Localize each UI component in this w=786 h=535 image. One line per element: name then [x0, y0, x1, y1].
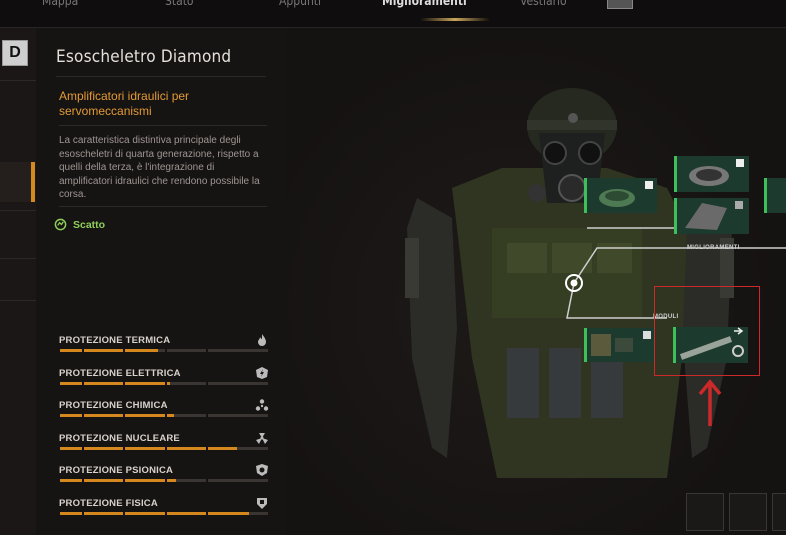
shield-icon [257, 498, 267, 509]
upgrade-module-2[interactable] [674, 156, 749, 192]
hydraulic-piston-icon [679, 327, 744, 360]
protection-bar-divider [206, 479, 208, 482]
active-tab-indicator [420, 18, 490, 21]
protection-bar-divider [165, 414, 167, 417]
protection-nuclear: PROTEZIONE NUCLEARE [59, 433, 271, 463]
protection-bar-divider [206, 349, 208, 352]
protection-bar-divider [165, 512, 167, 515]
protection-bar [60, 414, 268, 417]
item-title: Esoscheletro Diamond [56, 47, 232, 67]
tab-map[interactable]: Mappa [42, 0, 78, 8]
protection-bar-divider [123, 512, 125, 515]
tab-outfit[interactable]: Vestiario [520, 0, 567, 8]
protection-bar-divider [123, 382, 125, 385]
protection-physical: PROTEZIONE FISICA [59, 498, 271, 528]
upgrade-module-4[interactable] [764, 178, 786, 213]
protection-bar [60, 479, 268, 482]
protection-label: PROTEZIONE CHIMICA [59, 400, 168, 411]
protection-bar-divider [206, 382, 208, 385]
radiation-icon [256, 433, 268, 444]
protection-thermal: PROTEZIONE TERMICA [59, 334, 271, 365]
protection-bar-divider [82, 479, 84, 482]
protection-bar-divider [123, 447, 125, 450]
title-divider [56, 76, 266, 77]
upgrade-description: La caratteristica distintiva principale … [59, 135, 260, 200]
quick-slot[interactable] [729, 493, 767, 531]
protection-fill [60, 414, 174, 417]
protection-bar-divider [82, 414, 84, 417]
sprint-icon [54, 218, 67, 231]
upgrade-module-3[interactable] [674, 198, 749, 234]
protection-label: PROTEZIONE FISICA [59, 498, 158, 509]
protection-fill [60, 512, 249, 515]
sidebar-divider [0, 258, 36, 259]
arrow-up-icon [698, 379, 722, 426]
protection-bar-divider [82, 447, 84, 450]
protection-label: PROTEZIONE NUCLEARE [59, 433, 180, 444]
ring-part-icon [689, 159, 744, 186]
protection-label: PROTEZIONE PSIONICA [59, 465, 174, 476]
protection-bar-divider [82, 512, 84, 515]
armor-plate-icon [591, 331, 651, 356]
lightning-icon [256, 367, 268, 379]
sidebar-item-selected[interactable] [0, 162, 35, 202]
protection-bar-divider [123, 349, 125, 352]
quick-slot[interactable] [772, 493, 786, 531]
skill-entry: Scatto [54, 218, 105, 231]
flame-icon [258, 334, 266, 346]
protection-bar-divider [206, 447, 208, 450]
protection-electric: PROTEZIONE ELETTRICA [59, 367, 271, 398]
chemical-icon [255, 399, 269, 411]
tab-upgrades[interactable]: Miglioramenti [382, 0, 467, 8]
protection-bar-divider [165, 349, 167, 352]
module-slot-1[interactable] [584, 328, 655, 362]
plate-part-icon [685, 201, 743, 230]
protection-bar [60, 447, 268, 450]
sidebar-divider [0, 210, 36, 211]
sidebar-divider [0, 80, 36, 81]
protection-bar [60, 512, 268, 515]
category-sidebar [0, 28, 37, 535]
gear-part-icon [599, 181, 653, 207]
protection-psionic: PROTEZIONE PSIONICA [59, 464, 271, 495]
upgrade-title: Amplificatori idraulici per servomeccani… [59, 89, 190, 118]
protection-bar-divider [165, 479, 167, 482]
sidebar-divider [0, 300, 36, 301]
protection-bar-divider [123, 414, 125, 417]
upgrade-module-1[interactable] [584, 178, 657, 213]
protection-bar [60, 349, 268, 352]
protection-fill [60, 382, 170, 385]
menu-button[interactable] [607, 0, 633, 9]
grade-badge: D [2, 40, 28, 66]
psi-icon [256, 464, 268, 476]
tab-notes[interactable]: Appunti [279, 0, 321, 8]
module-slot-2[interactable] [673, 327, 748, 363]
exoskeleton-model [405, 88, 786, 478]
protection-fill [60, 447, 237, 450]
subtitle-divider [59, 125, 267, 126]
top-nav-bar: Mappa Stato Appunti Miglioramenti Vestia… [0, 0, 786, 28]
protection-chemical: PROTEZIONE CHIMICA [59, 399, 271, 430]
protection-fill [60, 479, 176, 482]
protection-label: PROTEZIONE TERMICA [59, 335, 171, 346]
protection-bar-divider [165, 382, 167, 385]
description-divider [59, 206, 267, 207]
protection-bar-divider [206, 414, 208, 417]
protection-bar-divider [123, 479, 125, 482]
tab-status[interactable]: Stato [165, 0, 194, 8]
quick-slot[interactable] [686, 493, 724, 531]
skill-label: Scatto [73, 218, 106, 231]
protection-bar-divider [82, 349, 84, 352]
protection-bar-divider [165, 447, 167, 450]
protection-fill [60, 349, 158, 352]
upgrades-label: MIGLIORAMENTI [687, 245, 740, 251]
protection-bar [60, 382, 268, 385]
protection-bar-divider [82, 382, 84, 385]
protection-bar-divider [206, 512, 208, 515]
protection-label: PROTEZIONE ELETTRICA [59, 368, 181, 379]
